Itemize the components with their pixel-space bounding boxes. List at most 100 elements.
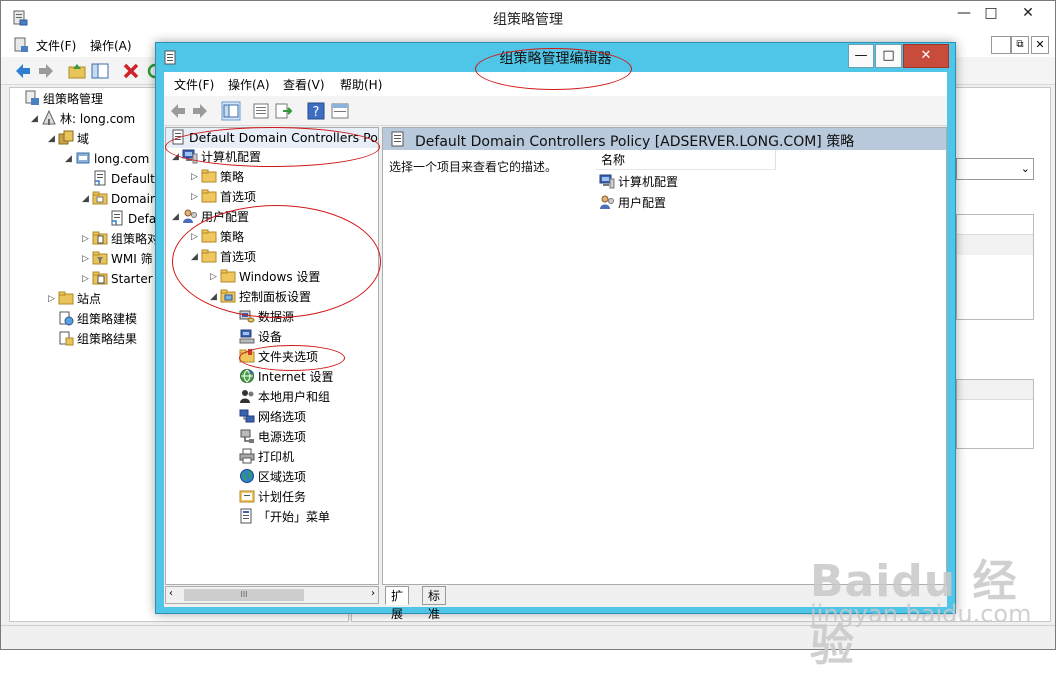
expand-icon[interactable]: ▷ (191, 228, 201, 246)
expand-icon[interactable]: ▷ (82, 250, 92, 268)
gpm-close-button[interactable]: ✕ (1013, 3, 1043, 25)
filter-options-icon[interactable] (330, 101, 350, 121)
gpm-minimize-button[interactable]: — (949, 3, 979, 25)
tree-item[interactable]: Internet 设置 (229, 368, 333, 386)
collapse-icon[interactable]: ◢ (82, 190, 92, 208)
tree-item[interactable]: ▷ Windows 设置 (210, 268, 320, 286)
collapse-icon[interactable]: ◢ (191, 248, 201, 266)
back-icon[interactable] (13, 61, 33, 81)
tree-root-policy[interactable]: Default Domain Controllers Polic (166, 128, 378, 148)
collapse-icon[interactable]: ◢ (172, 208, 182, 226)
tree-item[interactable]: ▷ 策略 (191, 168, 244, 186)
tree-item-label: Windows 设置 (239, 270, 321, 284)
tree-item[interactable]: ◢ 林: long.com (31, 110, 135, 128)
forward-icon[interactable] (36, 61, 56, 81)
gpm-maximize-button[interactable]: □ (976, 3, 1006, 25)
tree-item[interactable]: ▷ 组策略对 (82, 230, 159, 248)
export-list-icon[interactable] (274, 101, 294, 121)
expand-icon[interactable]: ▷ (48, 290, 58, 308)
tree-item[interactable]: ▷ 首选项 (191, 188, 256, 206)
internet-icon (240, 369, 254, 383)
gpm-mdi-close-button[interactable]: ✕ (1031, 36, 1049, 54)
gpm-mdi-restore-button[interactable]: ⧉ (1011, 36, 1029, 54)
back-icon[interactable] (168, 101, 188, 121)
tree-item[interactable]: 设备 (229, 328, 282, 346)
tree-item[interactable]: 区域选项 (229, 468, 306, 486)
tab-standard[interactable]: 标准 (422, 586, 447, 621)
expand-icon[interactable]: ▷ (210, 268, 220, 286)
show-hide-tree-icon[interactable] (221, 101, 241, 121)
gpm-menu-action[interactable]: 操作(A) (90, 37, 132, 54)
tree-item[interactable]: Defa (99, 210, 156, 228)
tree-item[interactable]: 「开始」菜单 (229, 508, 330, 526)
tree-item-label: Starter (111, 272, 153, 286)
tree-item[interactable]: ◢ 计算机配置 (172, 148, 261, 166)
expand-icon[interactable]: ▷ (191, 188, 201, 206)
tree-item[interactable]: ▷ WMI 筛 (82, 250, 153, 268)
show-hide-tree-icon[interactable] (90, 61, 110, 81)
gpme-maximize-button[interactable]: □ (875, 44, 902, 68)
forest-icon (42, 110, 56, 125)
tree-item[interactable]: 组策略建模 (48, 310, 137, 328)
tree-horizontal-scrollbar[interactable]: ‹ III › (165, 586, 379, 604)
expand-icon[interactable]: ▷ (82, 270, 92, 288)
list-item-computer-config[interactable]: 计算机配置 (599, 173, 678, 191)
gpm-menu-file[interactable]: 文件(F) (36, 37, 76, 54)
gpme-menu-help[interactable]: 帮助(H) (340, 76, 382, 93)
forward-icon[interactable] (190, 101, 210, 121)
user-config-icon (183, 209, 197, 223)
folder-icon (201, 229, 217, 243)
svg-text:?: ? (313, 105, 320, 120)
tree-item[interactable]: ▷ 策略 (191, 228, 244, 246)
scroll-left-icon[interactable]: ‹ (169, 588, 173, 599)
tree-item[interactable]: ◢ 域 (48, 130, 89, 148)
tree-item[interactable]: ◢ long.com (65, 150, 149, 168)
gpme-menu-view[interactable]: 查看(V) (283, 76, 325, 93)
collapse-icon[interactable]: ◢ (172, 148, 182, 166)
column-header-name[interactable]: 名称 (596, 150, 776, 170)
collapse-icon[interactable]: ◢ (48, 130, 58, 148)
up-folder-icon[interactable] (67, 61, 87, 81)
gpm-dropdown[interactable]: ⌄ (956, 158, 1034, 180)
delete-icon[interactable] (121, 61, 141, 81)
tree-item[interactable]: 计划任务 (229, 488, 306, 506)
collapse-icon[interactable]: ◢ (210, 288, 220, 306)
tree-item-label: 网络选项 (258, 410, 307, 424)
expand-icon[interactable]: ▷ (82, 230, 92, 248)
gpme-close-button[interactable]: ✕ (903, 44, 949, 68)
tree-item[interactable]: 文件夹选项 (229, 348, 318, 366)
tree-item[interactable]: 打印机 (229, 448, 294, 466)
list-item-user-config[interactable]: 用户配置 (599, 194, 666, 212)
details-header-title: Default Domain Controllers Policy [ADSER… (415, 134, 855, 150)
user-config-icon (600, 195, 614, 209)
tree-item[interactable]: ▷ 站点 (48, 290, 101, 308)
tree-item[interactable]: 数据源 (229, 308, 294, 326)
tab-extended[interactable]: 扩展 (385, 586, 410, 621)
tree-item[interactable]: ◢ 用户配置 (172, 208, 249, 226)
tree-item-label: long.com (94, 152, 150, 166)
tree-item[interactable]: 网络选项 (229, 408, 306, 426)
tree-item[interactable]: 电源选项 (229, 428, 306, 446)
collapse-icon[interactable]: ◢ (31, 110, 41, 128)
tree-item[interactable]: Default (82, 170, 155, 188)
gpme-minimize-button[interactable]: — (848, 44, 874, 68)
gpme-menu-action[interactable]: 操作(A) (228, 76, 270, 93)
scroll-right-icon[interactable]: › (371, 588, 375, 599)
tree-item[interactable]: ◢ 首选项 (191, 248, 256, 266)
tree-root-label: Default Domain Controllers Polic (189, 130, 378, 145)
tree-item[interactable]: ▷ Starter (82, 270, 153, 288)
tree-item[interactable]: 组策略结果 (48, 330, 137, 348)
scroll-thumb[interactable]: III (184, 589, 304, 601)
tree-item[interactable]: ◢ Domain (82, 190, 158, 208)
tree-item[interactable]: 组策略管理 (14, 90, 103, 108)
tree-item[interactable]: ◢ 控制面板设置 (210, 288, 311, 306)
help-icon[interactable]: ? (306, 101, 326, 121)
expand-icon[interactable]: ▷ (191, 168, 201, 186)
gpme-menu-file[interactable]: 文件(F) (174, 76, 214, 93)
properties-icon[interactable] (251, 101, 271, 121)
gpme-tree-panel: Default Domain Controllers Polic ◢ 计算机配置 ▷… (165, 127, 379, 585)
collapse-icon[interactable]: ◢ (65, 150, 75, 168)
gpm-mdi-minimize-button[interactable] (991, 36, 1011, 54)
gpme-client-area: 文件(F) 操作(A) 查看(V) 帮助(H) ? Default Domain… (164, 72, 947, 621)
tree-item[interactable]: 本地用户和组 (229, 388, 330, 406)
